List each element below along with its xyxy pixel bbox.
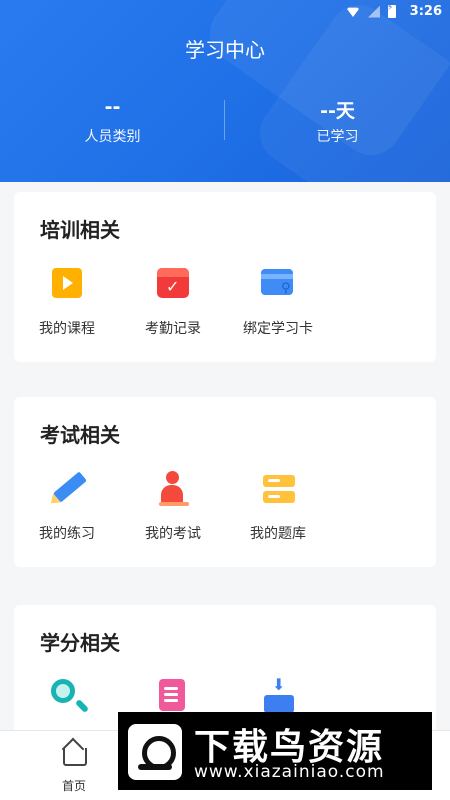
section-title: 培训相关 — [40, 218, 120, 242]
wifi-icon — [346, 7, 360, 17]
bind-study-card-button[interactable]: 绑定学习卡 — [228, 264, 328, 338]
watermark-banner: 下载鸟资源 www.xiazainiao.com — [118, 712, 432, 790]
status-time: 3:26 — [409, 4, 442, 19]
no-signal-icon — [368, 6, 380, 18]
stat-value: --天 — [320, 100, 355, 122]
credits-item-3[interactable] — [228, 675, 328, 717]
document-edit-icon — [153, 677, 193, 717]
stat-days-studied[interactable]: --天 已学习 — [225, 96, 450, 146]
status-bar: 3:26 — [0, 0, 450, 24]
status-icons — [346, 3, 396, 18]
tab-home[interactable]: 首页 — [44, 739, 104, 794]
item-label: 我的练习 — [39, 526, 95, 542]
item-label: 我的题库 — [250, 526, 306, 542]
page-title: 学习中心 — [185, 38, 265, 62]
my-exams-button[interactable]: 我的考试 — [123, 469, 223, 543]
my-question-bank-button[interactable]: 我的题库 — [228, 469, 328, 543]
credits-item-1[interactable] — [17, 677, 117, 717]
video-course-icon — [47, 264, 87, 304]
my-practice-button[interactable]: 我的练习 — [17, 469, 117, 543]
stat-value: -- — [104, 96, 121, 118]
home-icon — [61, 739, 87, 766]
download-icon — [258, 675, 298, 717]
item-label: 绑定学习卡 — [243, 321, 313, 337]
exam-section: 考试相关 我的练习 我的考试 我的题库 — [14, 397, 436, 567]
header: 3:26 学习中心 -- 人员类别 --天 已学习 — [0, 0, 450, 182]
search-icon — [47, 677, 87, 717]
stat-person-category[interactable]: -- 人员类别 — [0, 96, 225, 146]
section-title: 考试相关 — [40, 423, 120, 447]
calendar-check-icon — [153, 264, 193, 304]
section-title: 学分相关 — [40, 631, 120, 655]
card-link-icon — [258, 264, 298, 304]
stat-label: 人员类别 — [84, 129, 141, 145]
item-label: 考勤记录 — [145, 321, 201, 337]
pencil-icon — [47, 469, 87, 509]
battery-charging-icon — [387, 3, 396, 18]
item-label: 我的考试 — [145, 526, 201, 542]
tab-label: 首页 — [61, 779, 86, 793]
watermark-url: www.xiazainiao.com — [194, 762, 385, 782]
item-label: 我的课程 — [39, 321, 95, 337]
credits-item-2[interactable] — [123, 677, 223, 717]
bird-logo-icon — [128, 724, 182, 780]
stat-label: 已学习 — [316, 129, 359, 145]
attendance-records-button[interactable]: 考勤记录 — [123, 264, 223, 338]
my-courses-button[interactable]: 我的课程 — [17, 264, 117, 338]
training-section: 培训相关 我的课程 考勤记录 绑定学习卡 — [14, 192, 436, 362]
question-bank-icon — [258, 469, 298, 509]
exam-person-icon — [153, 469, 193, 509]
